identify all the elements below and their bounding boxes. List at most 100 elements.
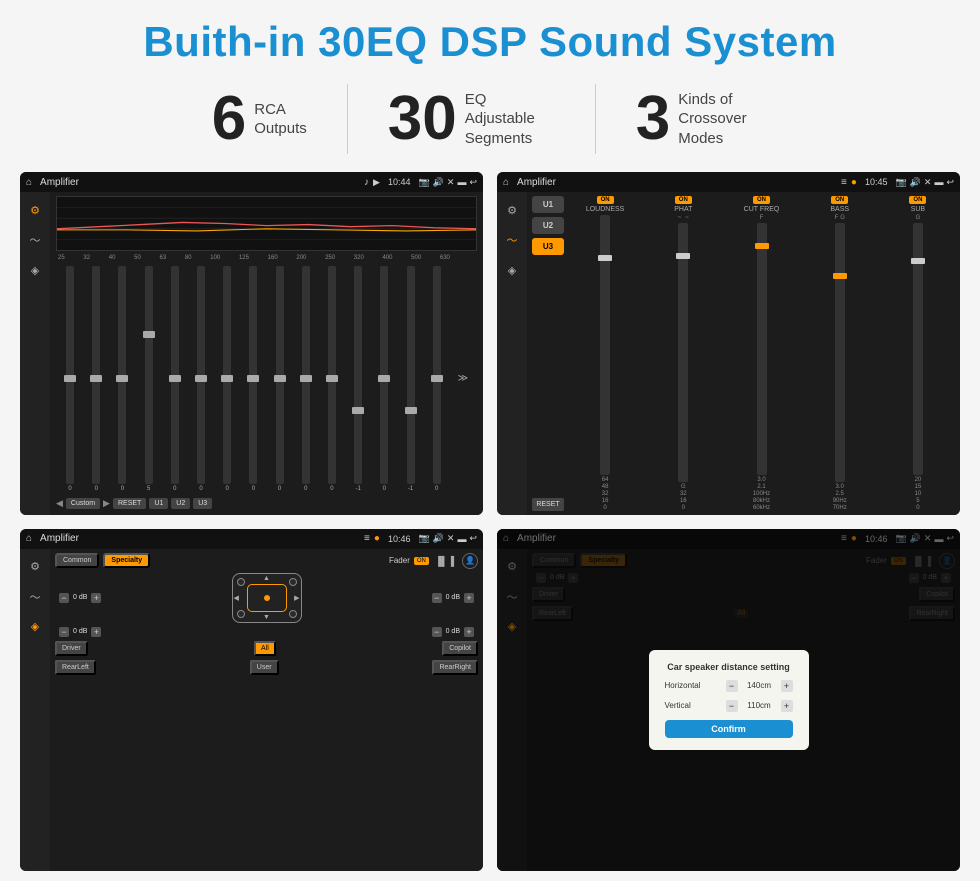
prev-arrow[interactable]: ◀ <box>56 498 63 509</box>
u1-mode-btn[interactable]: U1 <box>532 196 564 213</box>
back-icon-eq[interactable]: ↩ <box>469 177 477 188</box>
page-wrapper: Buith-in 30EQ DSP Sound System 6 RCAOutp… <box>0 0 980 881</box>
time-fader: 10:46 <box>388 534 411 544</box>
db-group-1: − 0 dB + <box>59 593 101 603</box>
bass-slider[interactable] <box>835 223 845 482</box>
dialog-overlay: Car speaker distance setting Horizontal … <box>497 529 960 872</box>
reset-btn-eq[interactable]: RESET <box>113 498 146 509</box>
u2-mode-btn[interactable]: U2 <box>532 217 564 234</box>
eq-labels: 25 32 40 50 63 80 100 125 160 200 250 32… <box>56 255 477 262</box>
db-minus-4[interactable]: − <box>432 627 442 637</box>
arrow-down: ▼ <box>263 614 270 621</box>
eq-screen-body: ⚙ 〜 ◈ <box>20 192 483 515</box>
phat-on[interactable]: ON <box>675 196 692 204</box>
vertical-plus[interactable]: + <box>781 700 793 712</box>
fader-screen-body: ⚙ 〜 ◈ Common Specialty Fader ON ▐▌▐ 👤 <box>20 549 483 872</box>
copilot-btn[interactable]: Copilot <box>442 641 478 656</box>
specialty-tab-btn[interactable]: Specialty <box>103 553 150 568</box>
eq-slider-12: 0 <box>372 266 396 492</box>
car-diagram: ▲ ▼ ◀ ▶ <box>232 573 302 623</box>
speaker-rl <box>237 610 245 618</box>
cutfreq-slider[interactable] <box>757 223 767 475</box>
horizontal-plus[interactable]: + <box>781 680 793 692</box>
menu-icon-cross: ≡ <box>841 177 847 188</box>
cross-sub-col: ON SUB G 20 15 10 5 0 <box>881 196 955 511</box>
center-dot <box>264 595 270 601</box>
phat-label: PHAT <box>674 206 692 213</box>
db-plus-4[interactable]: + <box>464 627 474 637</box>
vol-icon-eq: 🔊 <box>433 177 444 188</box>
status-title-fader: Amplifier <box>40 533 360 544</box>
db-plus-3[interactable]: + <box>91 627 101 637</box>
db-plus-1[interactable]: + <box>91 593 101 603</box>
loudness-on[interactable]: ON <box>597 196 614 204</box>
fader-on-badge[interactable]: ON <box>414 557 429 565</box>
nav-vol-icon[interactable]: ◈ <box>25 260 45 280</box>
eq-slider-0: 0 <box>58 266 82 492</box>
music-icon-eq: ♪ <box>364 177 369 188</box>
home-icon-fader[interactable]: ⌂ <box>26 533 32 544</box>
eq-slider-2: 0 <box>110 266 134 492</box>
cross-screen-body: ⚙ 〜 ◈ U1 U2 U3 RESET ON LOU <box>497 192 960 515</box>
cutfreq-label: CUT FREQ <box>744 206 780 213</box>
db-minus-3[interactable]: − <box>59 627 69 637</box>
nav-vol-cross[interactable]: ◈ <box>502 260 522 280</box>
nav-wave-fader[interactable]: 〜 <box>25 587 45 607</box>
sub-on[interactable]: ON <box>909 196 926 204</box>
x-icon-eq: ✕ <box>447 177 455 188</box>
sub-label: SUB <box>911 206 925 213</box>
stat-cross: 3 Kinds ofCrossover Modes <box>596 88 808 150</box>
menu-icon-fader: ≡ <box>364 533 370 544</box>
custom-btn[interactable]: Custom <box>66 498 100 509</box>
nav-vol-fader[interactable]: ◈ <box>25 617 45 637</box>
cross-content: U1 U2 U3 RESET ON LOUDNESS <box>527 192 960 515</box>
eq-footer: ◀ Custom ▶ RESET U1 U2 U3 <box>56 496 477 511</box>
home-icon-cross[interactable]: ⌂ <box>503 177 509 188</box>
sub-slider[interactable] <box>913 223 923 475</box>
nav-wave-icon[interactable]: 〜 <box>25 230 45 250</box>
next-arrow[interactable]: ▶ <box>103 498 110 509</box>
confirm-button[interactable]: Confirm <box>665 720 793 738</box>
common-tab-btn[interactable]: Common <box>55 553 99 568</box>
driver-btn[interactable]: Driver <box>55 641 88 656</box>
vertical-label: Vertical <box>665 701 722 710</box>
db-plus-2[interactable]: + <box>464 593 474 603</box>
u1-btn-eq[interactable]: U1 <box>149 498 168 509</box>
cutfreq-on[interactable]: ON <box>753 196 770 204</box>
speaker-fr <box>289 578 297 586</box>
home-icon-eq[interactable]: ⌂ <box>26 177 32 188</box>
nav-eq-cross[interactable]: ⚙ <box>502 200 522 220</box>
vertical-value: 110cm <box>742 701 777 710</box>
speaker-fl <box>237 578 245 586</box>
stat-eq: 30 EQ AdjustableSegments <box>348 88 595 150</box>
cross-bass-col: ON BASS FG 3.0 2.5 90Hz 70Hz <box>803 196 877 511</box>
horizontal-minus[interactable]: − <box>726 680 738 692</box>
eq-sliders: 0 0 0 5 <box>56 266 477 492</box>
db-minus-1[interactable]: − <box>59 593 69 603</box>
user-btn[interactable]: User <box>250 660 279 675</box>
bass-on[interactable]: ON <box>831 196 848 204</box>
rearright-btn[interactable]: RearRight <box>432 660 478 675</box>
cross-loudness-col: ON LOUDNESS 64 48 32 16 0 <box>568 196 642 511</box>
nav-wave-cross[interactable]: 〜 <box>502 230 522 250</box>
dot-icon-fader: ● <box>374 533 380 544</box>
fader-top: Common Specialty Fader ON ▐▌▐ 👤 <box>55 553 478 569</box>
bass-values: 3.0 2.5 90Hz 70Hz <box>833 484 847 511</box>
u3-mode-btn[interactable]: U3 <box>532 238 564 255</box>
db-minus-2[interactable]: − <box>432 593 442 603</box>
db-val-2: 0 dB <box>444 594 462 601</box>
stat-eq-label: EQ AdjustableSegments <box>465 90 555 149</box>
nav-eq-icon[interactable]: ⚙ <box>25 200 45 220</box>
u3-btn-eq[interactable]: U3 <box>193 498 212 509</box>
vertical-minus[interactable]: − <box>726 700 738 712</box>
nav-eq-fader[interactable]: ⚙ <box>25 557 45 577</box>
loudness-slider[interactable] <box>600 215 610 475</box>
phat-slider[interactable] <box>678 223 688 482</box>
all-btn[interactable]: All <box>254 641 276 656</box>
u2-btn-eq[interactable]: U2 <box>171 498 190 509</box>
rearleft-btn[interactable]: RearLeft <box>55 660 96 675</box>
reset-cross-btn[interactable]: RESET <box>532 498 564 511</box>
sub-values: 20 15 10 5 0 <box>915 477 922 511</box>
db-top-row: − 0 dB + <box>55 573 478 623</box>
dialog-box: Car speaker distance setting Horizontal … <box>649 650 809 750</box>
